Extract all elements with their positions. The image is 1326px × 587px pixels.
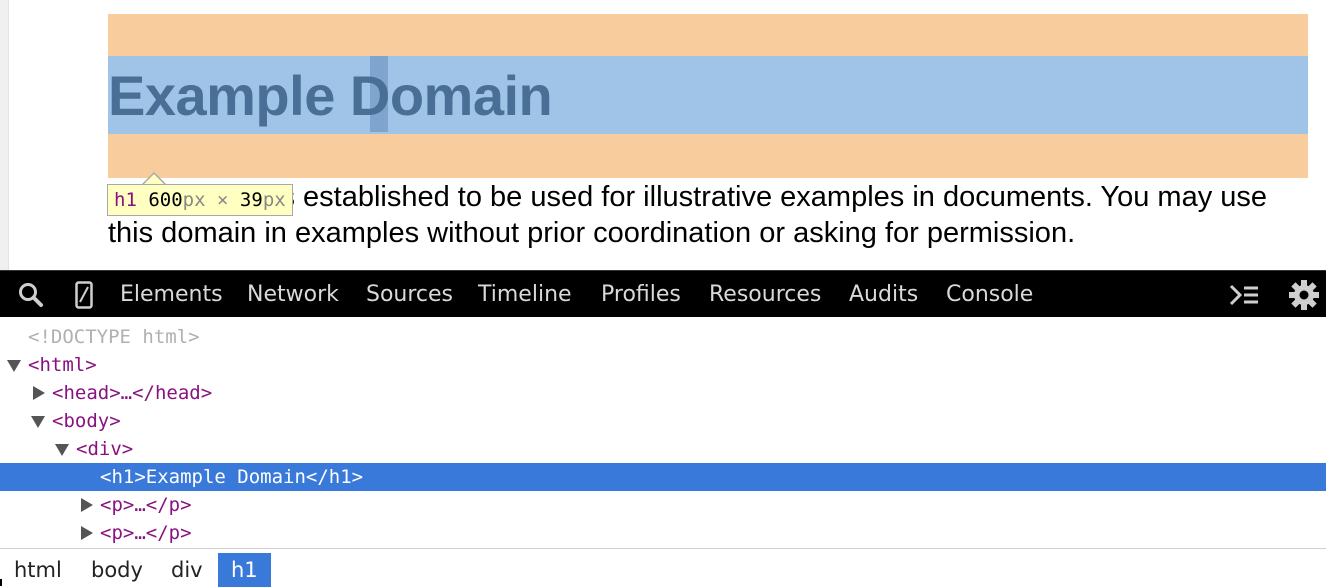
tab-profiles[interactable]: Profiles [601,271,681,318]
device-mode-icon[interactable] [70,271,98,318]
margin-overlay-top [108,14,1308,56]
tab-console[interactable]: Console [946,271,1033,318]
tree-row-p2[interactable]: <p>…</p> [0,519,1326,547]
element-size-tooltip: h1 600px × 39px [107,184,293,216]
breadcrumb-body[interactable]: body [78,553,156,587]
margin-overlay-bottom [108,134,1308,178]
console-drawer-icon[interactable] [1226,271,1262,318]
mouse-cursor [0,579,2,586]
body-node: <body> [52,410,121,432]
elements-tree: <!DOCTYPE html> <html> <head>…</head> <b… [0,318,1326,548]
search-icon[interactable] [14,271,48,318]
expand-triangle-icon[interactable] [31,416,45,428]
head-node: <head>…</head> [52,382,213,404]
breadcrumb: html body div h1 [0,548,1326,587]
tooltip-height: 39 [239,189,263,211]
tree-row-html[interactable]: <html> [0,351,1326,379]
breadcrumb-html[interactable]: html [1,553,75,587]
gear-icon[interactable] [1286,271,1322,318]
devtools-toolbar: Elements Network Sources Timeline Profil… [0,270,1326,317]
tab-elements[interactable]: Elements [120,271,223,318]
breadcrumb-h1[interactable]: h1 [218,553,271,587]
p-node: <p>…</p> [100,522,192,544]
page-viewport: Example Domain This domain is establishe… [0,0,1326,270]
tab-network[interactable]: Network [247,271,339,318]
tooltip-height-unit: px [262,189,286,211]
breadcrumb-div[interactable]: div [158,553,216,587]
h1-node: <h1>Example Domain</h1> [100,466,364,488]
expand-triangle-icon[interactable] [7,360,21,372]
tab-timeline[interactable]: Timeline [478,271,572,318]
tree-row-head[interactable]: <head>…</head> [0,379,1326,407]
tooltip-tag: h1 [114,189,137,211]
tooltip-width: 600 [148,189,183,211]
page-heading: Example Domain [108,64,553,127]
tab-resources[interactable]: Resources [709,271,821,318]
collapse-triangle-icon[interactable] [33,386,45,400]
p-node: <p>…</p> [100,494,192,516]
tree-row-p1[interactable]: <p>…</p> [0,491,1326,519]
tooltip-times: × [217,189,229,211]
tree-row-h1-selected[interactable]: <h1>Example Domain</h1> [0,463,1326,491]
collapse-triangle-icon[interactable] [81,526,93,540]
viewport-gutter [0,0,9,270]
tree-row-doctype[interactable]: <!DOCTYPE html> [0,323,1326,351]
expand-triangle-icon[interactable] [55,444,69,456]
collapse-triangle-icon[interactable] [81,498,93,512]
tree-row-div[interactable]: <div> [0,435,1326,463]
doctype-node: <!DOCTYPE html> [28,326,200,348]
div-node: <div> [76,438,134,460]
tab-sources[interactable]: Sources [366,271,453,318]
html-node: <html> [28,354,97,376]
tab-audits[interactable]: Audits [849,271,918,318]
tree-row-body[interactable]: <body> [0,407,1326,435]
tooltip-width-unit: px [182,189,206,211]
